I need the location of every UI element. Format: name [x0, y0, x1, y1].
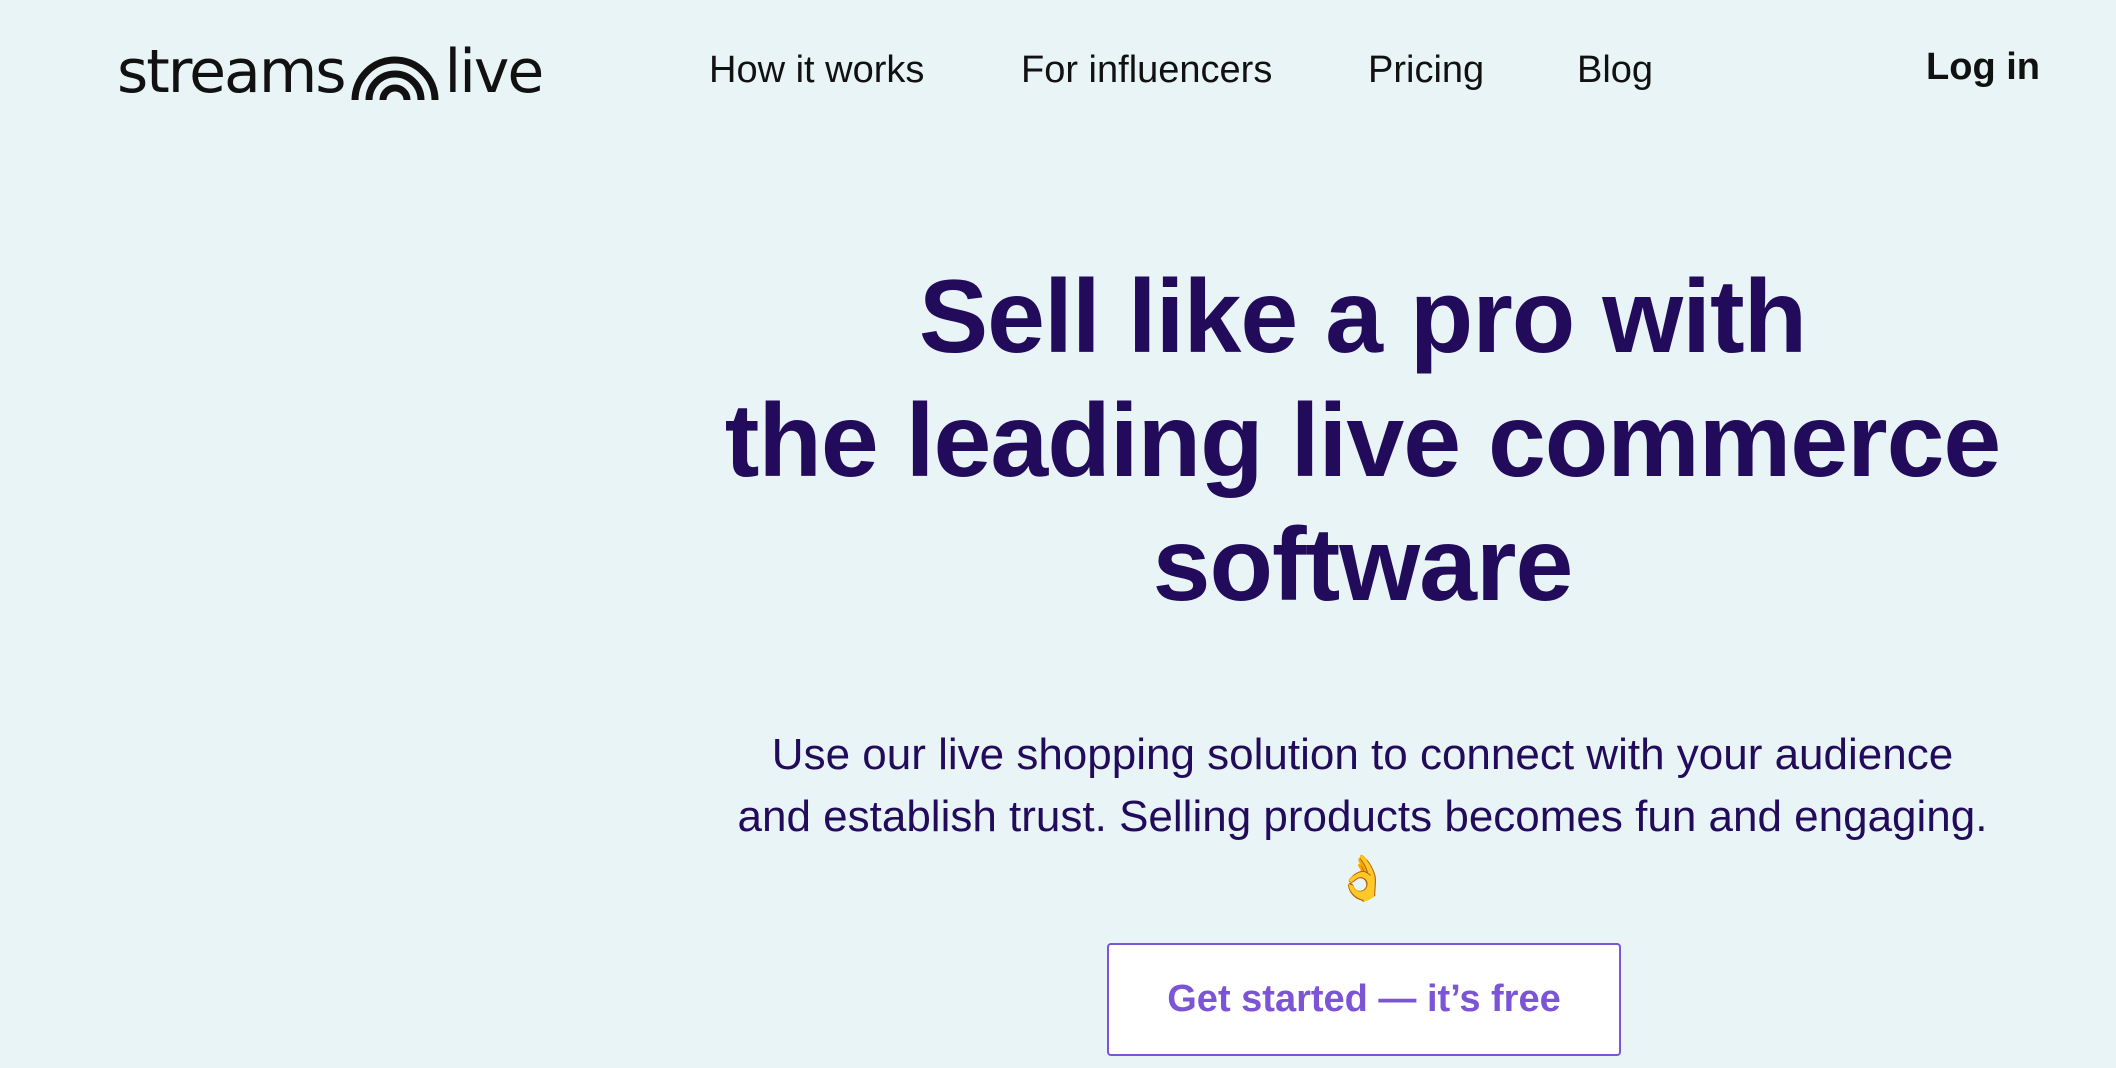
landing-page: streams live How it works For influencer…	[0, 0, 2116, 1068]
logo-text-live: live	[444, 37, 545, 107]
logo-text-streams: streams	[117, 37, 347, 107]
hero-title-line-3: software	[1152, 507, 1574, 623]
login-link[interactable]: Log in	[1926, 46, 2040, 89]
hero-title: Sell like a pro with the leading live co…	[660, 255, 2065, 627]
nav-pricing[interactable]: Pricing	[1368, 49, 1484, 92]
ok-hand-icon: 👌	[1335, 853, 1390, 904]
nav-for-influencers[interactable]: For influencers	[1021, 49, 1272, 92]
hero-subtitle-line-2-text: and establish trust. Selling products be…	[737, 792, 1988, 841]
hero-subtitle-line-1: Use our live shopping solution to connec…	[771, 730, 1954, 779]
hero-title-line-2: the leading live commerce	[724, 383, 2002, 499]
nav-how-it-works[interactable]: How it works	[709, 49, 924, 92]
nav-blog[interactable]: Blog	[1577, 49, 1653, 92]
hero-subtitle-line-2: and establish trust. Selling products be…	[600, 786, 2116, 910]
hero-subtitle: Use our live shopping solution to connec…	[600, 724, 2116, 910]
brand-logo[interactable]: streams live	[117, 36, 545, 108]
get-started-button[interactable]: Get started — it’s free	[1107, 943, 1621, 1056]
rainbow-arcs-icon	[351, 56, 439, 100]
hero-title-line-1: Sell like a pro with	[918, 259, 1807, 375]
